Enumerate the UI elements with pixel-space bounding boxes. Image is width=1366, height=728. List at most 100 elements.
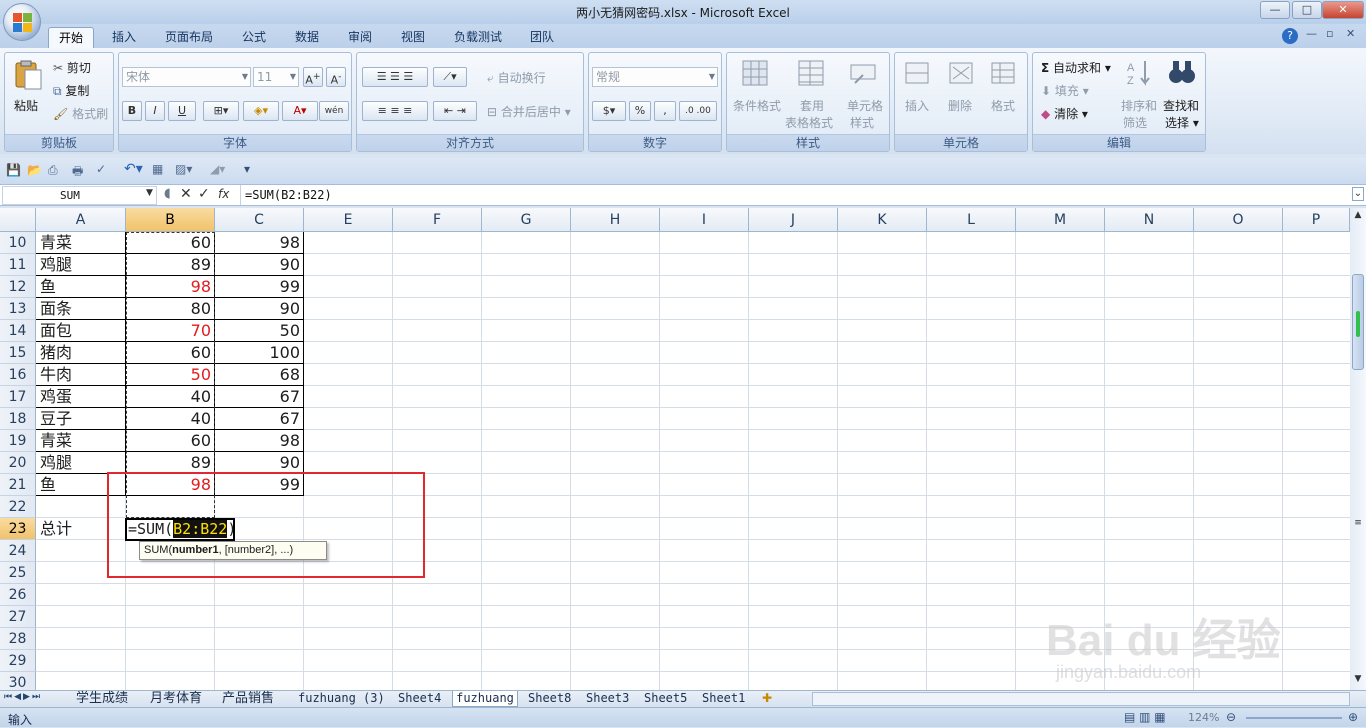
- zoom-out-icon[interactable]: ⊖: [1226, 710, 1236, 724]
- workbook-close-icon[interactable]: ✕: [1346, 27, 1355, 40]
- close-button[interactable]: ✕: [1322, 1, 1364, 19]
- cell-c[interactable]: 98: [215, 232, 304, 254]
- sheet-tab[interactable]: 学生成绩: [76, 691, 144, 707]
- wrap-text-button[interactable]: ⤶ 自动换行: [487, 69, 546, 86]
- row-header[interactable]: 28: [0, 628, 36, 650]
- tab-load-test[interactable]: 负载测试: [444, 27, 512, 48]
- cell-c[interactable]: 90: [215, 452, 304, 474]
- col-header-h[interactable]: H: [571, 208, 660, 232]
- row-header[interactable]: 29: [0, 650, 36, 672]
- number-format-combo[interactable]: 常规 ▼: [592, 67, 718, 87]
- customize-qat-icon[interactable]: ▾: [244, 162, 250, 176]
- row-header[interactable]: 19: [0, 430, 36, 452]
- col-header-a[interactable]: A: [36, 208, 126, 232]
- tab-data[interactable]: 数据: [285, 27, 329, 48]
- formula-input[interactable]: =SUM(B2:B22): [240, 185, 1350, 205]
- orientation-icon[interactable]: ⟋▾: [433, 67, 467, 87]
- zoom-in-icon[interactable]: ⊕: [1348, 710, 1358, 724]
- sort-filter-label-1[interactable]: 排序和: [1121, 97, 1157, 114]
- cell-a[interactable]: [36, 584, 125, 606]
- sheet-tab-active[interactable]: fuzhuang: [452, 691, 518, 707]
- phonetic-icon[interactable]: wén: [319, 101, 349, 121]
- sort-filter-icon[interactable]: AZ: [1125, 57, 1157, 87]
- cell-c[interactable]: 98: [215, 430, 304, 452]
- enter-icon[interactable]: ✓: [198, 186, 210, 202]
- help-icon[interactable]: ?: [1282, 28, 1298, 44]
- col-header-b[interactable]: B: [126, 208, 215, 232]
- font-size-combo[interactable]: 11 ▼: [253, 67, 299, 87]
- ribbon-restore-icon[interactable]: ▫: [1326, 27, 1333, 40]
- row-header[interactable]: 11: [0, 254, 36, 276]
- row-header[interactable]: 26: [0, 584, 36, 606]
- sheet-tab[interactable]: 产品销售: [222, 691, 286, 707]
- scroll-thumb[interactable]: [1352, 274, 1364, 370]
- col-header-n[interactable]: N: [1105, 208, 1194, 232]
- cell-c[interactable]: [215, 628, 304, 650]
- cell-a[interactable]: 牛肉: [36, 364, 125, 386]
- sheet-tab[interactable]: Sheet4: [398, 691, 448, 707]
- cell-b[interactable]: [126, 584, 215, 606]
- copy-button[interactable]: ⧉ 复制: [53, 82, 89, 99]
- vertical-scrollbar[interactable]: ▲ ≡ ▼: [1350, 208, 1366, 690]
- row-header[interactable]: 24: [0, 540, 36, 562]
- row-header[interactable]: 30: [0, 672, 36, 690]
- bold-button[interactable]: B: [122, 101, 142, 121]
- tab-team[interactable]: 团队: [520, 27, 564, 48]
- open-icon[interactable]: 📂: [27, 163, 42, 177]
- cell-styles-label-2[interactable]: 样式: [850, 114, 874, 131]
- decimal-icons[interactable]: .0 .00: [679, 101, 717, 121]
- sort-filter-label-2[interactable]: 筛选: [1123, 114, 1147, 131]
- format-painter-button[interactable]: 🖌 格式刷: [53, 105, 108, 122]
- cell-c[interactable]: 90: [215, 298, 304, 320]
- horizontal-scrollbar[interactable]: [812, 692, 1350, 706]
- cell-styles-icon[interactable]: [849, 59, 881, 89]
- cell-styles-label-1[interactable]: 单元格: [847, 97, 883, 114]
- col-header-k[interactable]: K: [838, 208, 927, 232]
- cell-a[interactable]: 鸡蛋: [36, 386, 125, 408]
- cell-a[interactable]: 豆子: [36, 408, 125, 430]
- tab-insert[interactable]: 插入: [102, 27, 146, 48]
- cancel-icon[interactable]: ✕: [180, 186, 192, 202]
- cell-c[interactable]: [215, 606, 304, 628]
- delete-cells-button[interactable]: 删除: [948, 97, 972, 114]
- format-table-label-1[interactable]: 套用: [800, 97, 824, 114]
- grow-font-icon[interactable]: A+: [303, 67, 323, 87]
- col-header-l[interactable]: L: [927, 208, 1016, 232]
- paste-icon[interactable]: [13, 59, 45, 90]
- sheet-tab[interactable]: Sheet5: [644, 691, 694, 707]
- select-all-button[interactable]: [0, 208, 36, 232]
- view-buttons-icons[interactable]: ▤ ▥ ▦: [1124, 710, 1166, 724]
- row-header[interactable]: 12: [0, 276, 36, 298]
- col-header-e[interactable]: E: [304, 208, 393, 232]
- conditional-format-icon[interactable]: [741, 59, 773, 89]
- chart-icon[interactable]: ▨▾: [175, 162, 192, 176]
- fill-button[interactable]: ⬇ 填充 ▾: [1041, 82, 1089, 99]
- insert-sheet-icon[interactable]: ✚: [762, 691, 772, 705]
- cell-a[interactable]: [36, 672, 125, 690]
- table-icon[interactable]: ▦: [152, 162, 163, 176]
- fill-color-icon[interactable]: ◈▾: [243, 101, 279, 121]
- sheet-tab[interactable]: Sheet3: [586, 691, 636, 707]
- zoom-slider[interactable]: [1246, 717, 1342, 719]
- print-icon[interactable]: 🖶: [72, 162, 83, 183]
- office-button[interactable]: [3, 3, 41, 41]
- paste-button[interactable]: 粘贴: [14, 97, 38, 114]
- print-preview-icon[interactable]: ⎙: [48, 163, 58, 178]
- row-header[interactable]: 23: [0, 518, 36, 540]
- conditional-format-button[interactable]: 条件格式: [733, 97, 781, 114]
- row-header[interactable]: 13: [0, 298, 36, 320]
- cell-c[interactable]: 68: [215, 364, 304, 386]
- format-cells-button[interactable]: 格式: [991, 97, 1015, 114]
- tab-formulas[interactable]: 公式: [232, 27, 276, 48]
- row-header[interactable]: 15: [0, 342, 36, 364]
- cell-a[interactable]: [36, 628, 125, 650]
- insert-function-icon[interactable]: fx: [218, 187, 229, 201]
- insert-cells-button[interactable]: 插入: [905, 97, 929, 114]
- tab-view[interactable]: 视图: [391, 27, 435, 48]
- format-table-label-2[interactable]: 表格格式: [785, 114, 833, 131]
- cell-c[interactable]: 100: [215, 342, 304, 364]
- row-header[interactable]: 25: [0, 562, 36, 584]
- col-header-c[interactable]: C: [215, 208, 304, 232]
- row-header[interactable]: 16: [0, 364, 36, 386]
- cell-a[interactable]: 鱼: [36, 276, 125, 298]
